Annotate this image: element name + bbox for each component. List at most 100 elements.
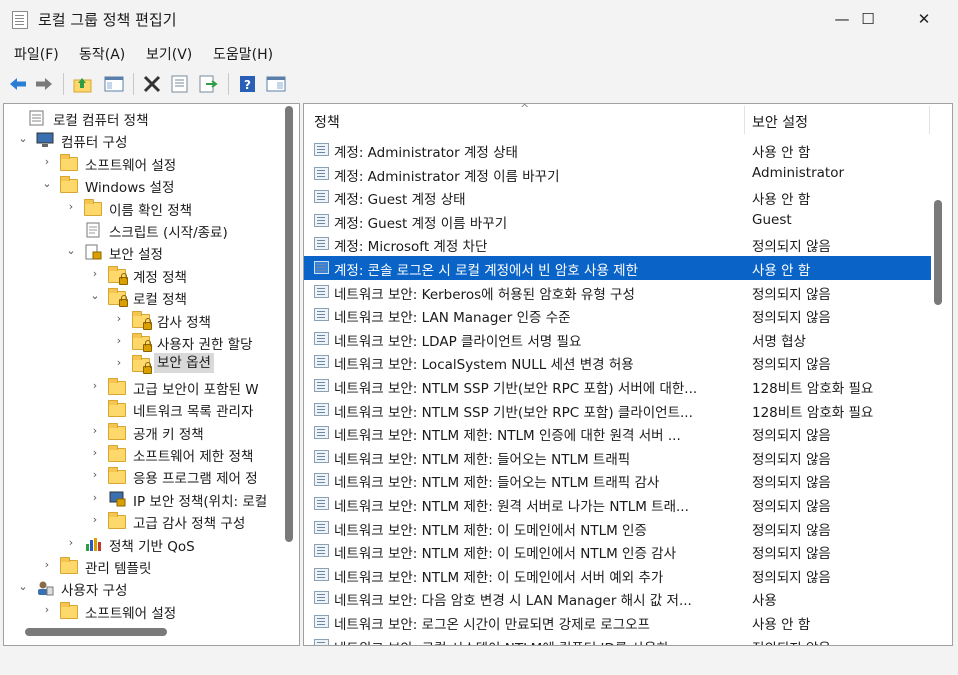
expand-chevron-icon[interactable]: › <box>40 151 54 173</box>
collapse-chevron-icon[interactable]: ⌄ <box>40 173 54 195</box>
tree-vertical-scrollbar[interactable] <box>285 106 293 542</box>
policy-row[interactable]: 네트워크 보안: Kerberos에 허용된 암호화 유형 구성 정의되지 않음 <box>304 280 931 304</box>
policy-row[interactable]: 네트워크 보안: 로그온 시간이 만료되면 강제로 로그오프 사용 안 함 <box>304 610 931 634</box>
policy-name: 네트워크 보안: 다음 암호 변경 시 LAN Manager 해시 값 저..… <box>334 593 692 610</box>
tree-horizontal-scrollbar[interactable] <box>25 628 167 636</box>
list-vertical-scrollbar[interactable] <box>934 200 942 305</box>
export-list-icon[interactable] <box>197 73 219 95</box>
expand-chevron-icon[interactable]: › <box>40 599 54 621</box>
menu-view[interactable]: 보기(V) <box>146 44 192 64</box>
folder-icon <box>84 198 102 216</box>
menu-help[interactable]: 도움말(H) <box>213 44 273 64</box>
policy-name: 네트워크 보안: NTLM 제한: 이 도메인에서 NTLM 인증 <box>334 522 647 539</box>
tree-item[interactable]: › 고급 보안이 포함된 W <box>4 375 286 398</box>
collapse-chevron-icon[interactable]: ⌄ <box>64 240 78 262</box>
policy-row[interactable]: 네트워크 보안: NTLM SSP 기반(보안 RPC 포함) 클라이언트...… <box>304 398 931 422</box>
show-hide-tree-icon[interactable] <box>103 73 125 95</box>
expand-chevron-icon[interactable]: › <box>112 352 126 374</box>
tree-item[interactable]: 네트워크 목록 관리자 <box>4 397 286 420</box>
tree-item[interactable]: › 공개 키 정책 <box>4 420 286 443</box>
menu-file[interactable]: 파일(F) <box>14 44 59 64</box>
tree-item[interactable]: › 사용자 권한 할당 <box>4 330 286 353</box>
column-policy[interactable]: 정책 <box>314 112 340 132</box>
tree-item[interactable]: › 보안 옵션 <box>4 352 286 375</box>
tree-item[interactable]: › IP 보안 정책(위치: 로컬 <box>4 487 286 510</box>
policy-row[interactable]: 네트워크 보안: LDAP 클라이언트 서명 필요 서명 협상 <box>304 327 931 351</box>
tree-item[interactable]: › 관리 템플릿 <box>4 554 286 577</box>
close-button[interactable]: ✕ <box>901 0 947 38</box>
tree-item[interactable]: › 소프트웨어 설정 <box>4 599 286 622</box>
show-pane-icon[interactable] <box>265 73 287 95</box>
properties-icon[interactable] <box>169 73 191 95</box>
policy-row[interactable]: 네트워크 보안: NTLM 제한: 이 도메인에서 NTLM 인증 감사 정의되지… <box>304 539 931 563</box>
expand-chevron-icon[interactable]: › <box>88 420 102 442</box>
expand-chevron-icon[interactable]: › <box>88 509 102 531</box>
tree-pane[interactable]: 로컬 컴퓨터 정책 ⌄ 컴퓨터 구성 › 소프트웨어 설정 ⌄ Windows 설정 › 이름 … <box>3 103 300 646</box>
collapse-chevron-icon[interactable]: ⌄ <box>88 285 102 307</box>
tree-item[interactable]: › 계정 정책 <box>4 263 286 286</box>
collapse-chevron-icon[interactable]: ⌄ <box>16 128 30 150</box>
policy-row[interactable]: 계정: Microsoft 계정 차단 정의되지 않음 <box>304 232 931 256</box>
tree-item[interactable]: › 소프트웨어 설정 <box>4 151 286 174</box>
policy-row[interactable]: 네트워크 보안: 로컬 시스템이 NTLM에 컴퓨터 ID를 사용하... 정의되… <box>304 634 931 645</box>
policy-row[interactable]: 네트워크 보안: 다음 암호 변경 시 LAN Manager 해시 값 저..… <box>304 586 931 610</box>
column-divider[interactable] <box>929 106 930 134</box>
policy-row[interactable]: 네트워크 보안: LAN Manager 인증 수준 정의되지 않음 <box>304 303 931 327</box>
policy-row[interactable]: 네트워크 보안: NTLM 제한: 원격 서버로 나가는 NTLM 트래... 정… <box>304 492 931 516</box>
expand-chevron-icon[interactable]: › <box>88 263 102 285</box>
expand-chevron-icon[interactable]: › <box>40 554 54 576</box>
tree-item[interactable]: ⌄ 로컬 정책 <box>4 285 286 309</box>
tree-item[interactable]: › 응용 프로그램 제어 정 <box>4 464 286 487</box>
policy-row[interactable]: 네트워크 보안: NTLM 제한: 이 도메인에서 NTLM 인증 정의되지 않음 <box>304 516 931 540</box>
forward-arrow-icon[interactable] <box>33 73 55 95</box>
policy-row[interactable]: 네트워크 보안: NTLM 제한: 들어오는 NTLM 트래픽 정의되지 않음 <box>304 445 931 469</box>
tree-item[interactable]: ⌄ 사용자 구성 <box>4 576 286 599</box>
policy-list-pane[interactable]: 정책 ^ 보안 설정 계정: Administrator 계정 상태 사용 안 함… <box>303 103 953 646</box>
collapse-chevron-icon[interactable]: ⌄ <box>16 576 30 598</box>
column-divider[interactable] <box>744 106 745 134</box>
ip-security-icon <box>108 491 126 507</box>
policy-security-setting: Administrator <box>752 164 845 181</box>
column-security-setting[interactable]: 보안 설정 <box>752 112 808 132</box>
tree-item[interactable]: › 이름 확인 정책 <box>4 196 286 219</box>
expand-chevron-icon[interactable]: › <box>88 375 102 397</box>
up-folder-icon[interactable] <box>72 73 94 95</box>
policy-name: 네트워크 보안: LocalSystem NULL 세션 변경 허용 <box>334 357 634 374</box>
help-icon[interactable]: ? <box>237 73 259 95</box>
maximize-button[interactable]: ☐ <box>845 0 891 38</box>
expand-chevron-icon[interactable]: › <box>88 464 102 486</box>
delete-icon[interactable] <box>141 73 163 95</box>
policy-row[interactable]: 계정: Guest 계정 이름 바꾸기 Guest <box>304 209 931 233</box>
policy-row[interactable]: 네트워크 보안: NTLM 제한: 이 도메인에서 서버 예외 추가 정의되지 않… <box>304 563 931 587</box>
tree-item[interactable]: 스크립트 (시작/종료) <box>4 218 286 241</box>
menu-action[interactable]: 동작(A) <box>79 44 125 64</box>
policy-row-selected[interactable]: 계정: 콘솔 로그온 시 로컬 계정에서 빈 암호 사용 제한 사용 안 함 <box>304 256 931 280</box>
tree-item[interactable]: › 고급 감사 정책 구성 <box>4 509 286 532</box>
expand-chevron-icon[interactable]: › <box>112 308 126 330</box>
tree-item[interactable]: ⌄ Windows 설정 <box>4 173 286 197</box>
tree-item[interactable]: ⌄ 보안 설정 <box>4 240 286 263</box>
policy-row[interactable]: 계정: Guest 계정 상태 사용 안 함 <box>304 185 931 209</box>
expand-chevron-icon[interactable]: › <box>88 442 102 464</box>
policy-security-setting: 사용 안 함 <box>752 145 811 161</box>
tree-item[interactable]: 로컬 컴퓨터 정책 <box>4 106 286 129</box>
expand-chevron-icon[interactable]: › <box>88 487 102 509</box>
tree-item-label: 로컬 정책 <box>133 292 187 309</box>
policy-name: 네트워크 보안: LDAP 클라이언트 서명 필요 <box>334 333 582 350</box>
expand-chevron-icon[interactable]: › <box>64 196 78 218</box>
tree-item[interactable]: ⌄ 컴퓨터 구성 <box>4 128 286 151</box>
policy-row[interactable]: 네트워크 보안: LocalSystem NULL 세션 변경 허용 정의되지 않… <box>304 350 931 374</box>
tree-item-label: Windows 설정 <box>85 180 175 197</box>
tree-item[interactable]: › 소프트웨어 제한 정책 <box>4 442 286 465</box>
tree-item[interactable]: › 정책 기반 QoS <box>4 532 286 555</box>
policy-row[interactable]: 계정: Administrator 계정 상태 사용 안 함 <box>304 138 931 162</box>
expand-chevron-icon[interactable]: › <box>112 330 126 352</box>
policy-row[interactable]: 네트워크 보안: NTLM 제한: 들어오는 NTLM 트래픽 감사 정의되지 않… <box>304 468 931 492</box>
back-arrow-icon[interactable] <box>7 73 29 95</box>
tree-item[interactable]: › 감사 정책 <box>4 308 286 331</box>
tree-item-label: 관리 템플릿 <box>85 561 152 577</box>
policy-row[interactable]: 네트워크 보안: NTLM SSP 기반(보안 RPC 포함) 서버에 대한..… <box>304 374 931 398</box>
expand-chevron-icon[interactable]: › <box>64 532 78 554</box>
policy-row[interactable]: 계정: Administrator 계정 이름 바꾸기 Administrator <box>304 162 931 186</box>
policy-row[interactable]: 네트워크 보안: NTLM 제한: NTLM 인증에 대한 원격 서버 ... 정… <box>304 421 931 445</box>
